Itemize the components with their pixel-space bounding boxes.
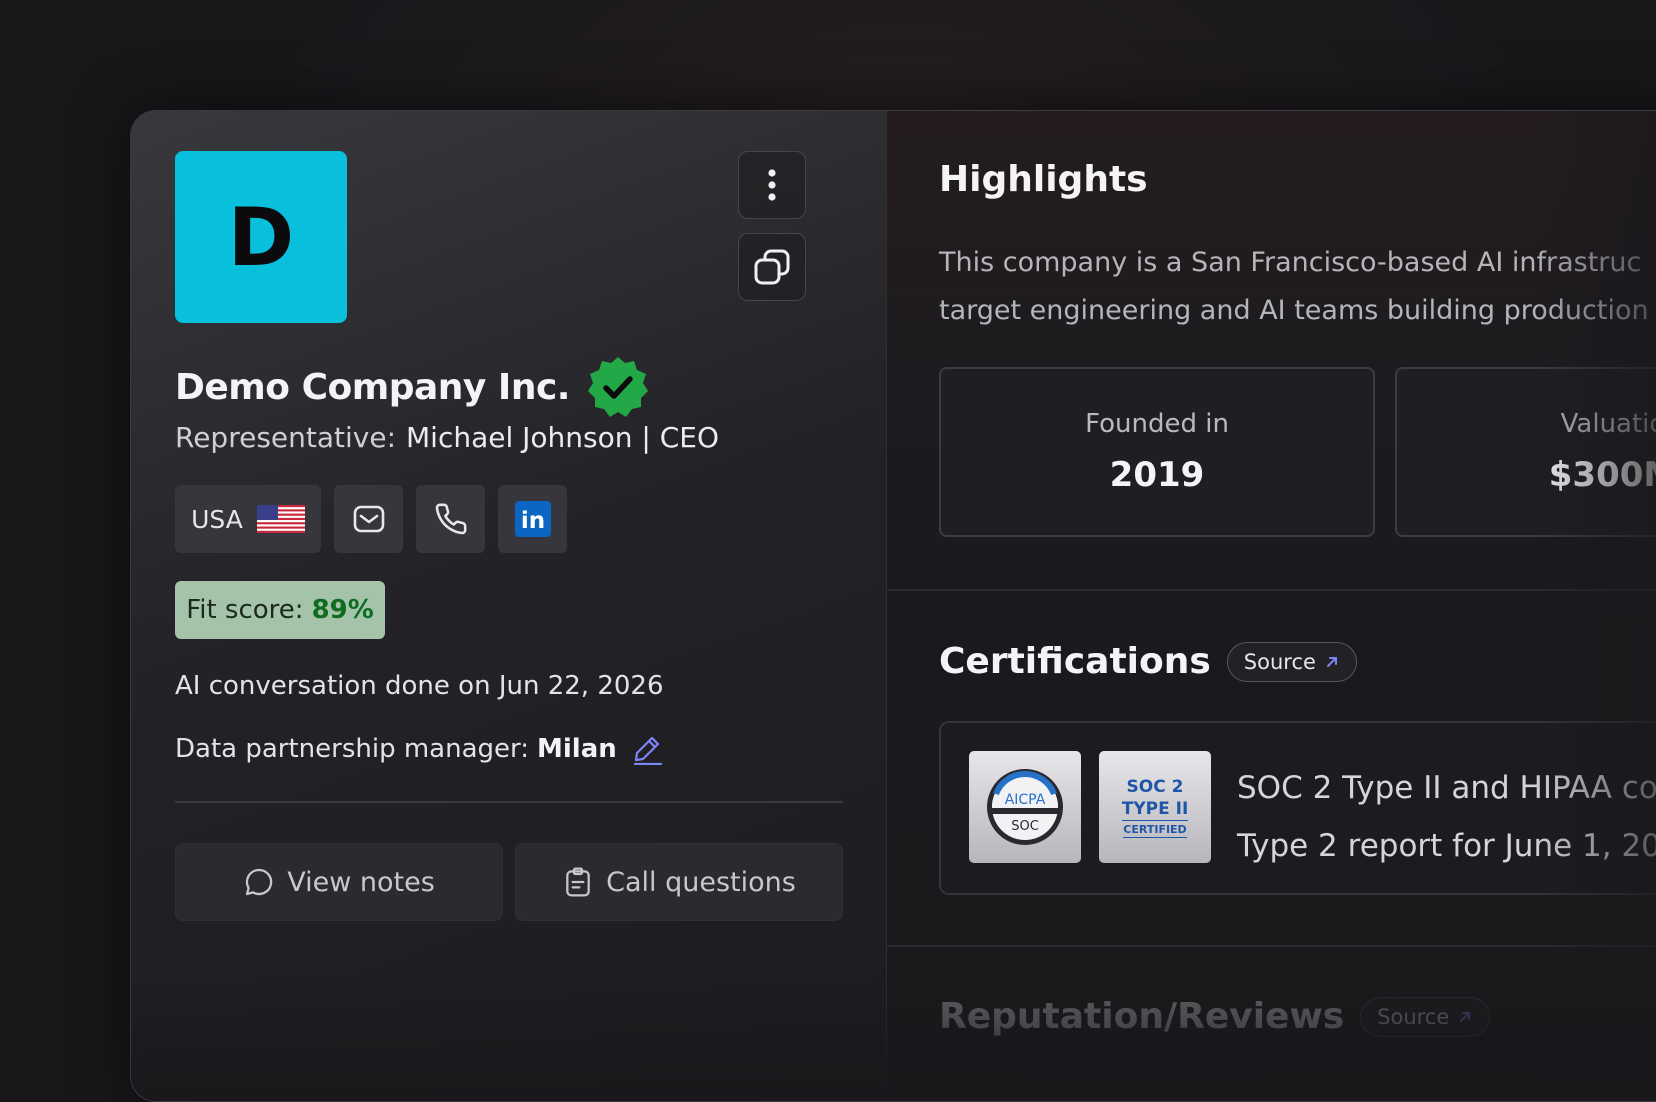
highlights-description: This company is a San Francisco-based AI… xyxy=(939,239,1649,335)
highlights-line-2: target engineering and AI teams building… xyxy=(939,295,1649,326)
highlights-line-1: This company is a San Francisco-based AI… xyxy=(939,247,1642,278)
company-profile-card: D Demo Company Inc. Representative: Micha xyxy=(130,110,1656,1102)
view-notes-button[interactable]: View notes xyxy=(175,843,503,921)
arrow-up-right-icon xyxy=(1460,1011,1471,1022)
reputation-header: Reputation/Reviews Source xyxy=(939,996,1491,1037)
certifications-source-link[interactable]: Source xyxy=(1226,641,1357,682)
phone-button[interactable] xyxy=(416,485,485,553)
more-vertical-icon xyxy=(768,169,776,201)
stat-valuation-value: $300M xyxy=(1548,455,1656,495)
soc2-line-3: CERTIFIED xyxy=(1123,822,1187,838)
us-flag-icon xyxy=(256,505,305,533)
representative: Representative: Michael Johnson | CEO xyxy=(175,421,719,454)
certification-card: AICPA SOC SOC 2 TYPE II CERTIFIED SOC 2 … xyxy=(939,721,1656,895)
partnership-manager: Data partnership manager: Milan xyxy=(175,733,663,765)
highlights-title: Highlights xyxy=(939,159,1148,200)
aicpa-soc-logo-icon: AICPA SOC xyxy=(987,769,1063,845)
call-questions-button[interactable]: Call questions xyxy=(515,843,843,921)
stat-valuation: Valuatio $300M xyxy=(1395,367,1656,537)
pencil-icon xyxy=(633,736,662,765)
section-divider xyxy=(887,589,1656,591)
soc2-line-1: SOC 2 xyxy=(1126,776,1184,797)
edit-manager-button[interactable] xyxy=(631,733,663,765)
stat-founded-value: 2019 xyxy=(1109,455,1205,495)
certifications-source-label: Source xyxy=(1243,649,1316,674)
reputation-source-label: Source xyxy=(1377,1004,1450,1029)
company-name: Demo Company Inc. xyxy=(175,366,570,408)
certification-description: SOC 2 Type II and HIPAA co Type 2 report… xyxy=(1237,759,1656,875)
fit-score-badge: Fit score: 89% xyxy=(175,581,385,639)
call-questions-label: Call questions xyxy=(606,866,796,898)
fit-score-value: 89% xyxy=(311,595,374,625)
aicpa-soc-text: SOC xyxy=(1011,819,1039,834)
contact-chips: USA in xyxy=(175,485,567,553)
summary-divider xyxy=(175,801,843,803)
fit-score-label: Fit score: xyxy=(186,595,304,625)
mail-icon xyxy=(353,505,384,533)
aicpa-text: AICPA xyxy=(1005,792,1046,808)
stat-founded-label: Founded in xyxy=(1085,409,1229,439)
representative-label: Representative: xyxy=(175,421,397,454)
soc2-type2-badge: SOC 2 TYPE II CERTIFIED xyxy=(1099,751,1211,863)
company-details-panel: Highlights This company is a San Francis… xyxy=(887,111,1656,1101)
view-notes-label: View notes xyxy=(287,866,435,898)
ai-conversation-date: AI conversation done on Jun 22, 2026 xyxy=(175,671,664,701)
manager-name: Milan xyxy=(537,734,617,764)
phone-icon xyxy=(435,503,466,535)
linkedin-button[interactable]: in xyxy=(498,485,567,553)
more-options-button[interactable] xyxy=(738,151,806,219)
verified-badge-icon xyxy=(587,357,648,417)
soc2-line-2: TYPE II xyxy=(1121,798,1189,821)
section-divider-2 xyxy=(887,945,1656,947)
certifications-header: Certifications Source xyxy=(939,641,1357,682)
certifications-title: Certifications xyxy=(939,641,1211,682)
country-label: USA xyxy=(191,504,243,534)
company-name-row: Demo Company Inc. xyxy=(175,355,650,419)
email-button[interactable] xyxy=(334,485,403,553)
reputation-source-link[interactable]: Source xyxy=(1360,996,1491,1037)
manager-label: Data partnership manager: xyxy=(175,734,530,764)
copy-icon xyxy=(754,249,790,285)
certification-line-2: Type 2 report for June 1, 20 xyxy=(1237,828,1656,864)
chat-bubble-icon xyxy=(246,868,273,896)
reputation-title: Reputation/Reviews xyxy=(939,996,1345,1037)
stat-founded: Founded in 2019 xyxy=(939,367,1375,537)
certification-line-1: SOC 2 Type II and HIPAA co xyxy=(1237,770,1656,806)
company-logo-letter: D xyxy=(227,190,295,284)
copy-button[interactable] xyxy=(738,233,806,301)
arrow-up-right-icon xyxy=(1326,656,1337,667)
linkedin-glyph: in xyxy=(520,508,544,534)
representative-value: Michael Johnson | CEO xyxy=(406,421,720,454)
stat-valuation-label: Valuatio xyxy=(1560,409,1656,439)
country-chip[interactable]: USA xyxy=(175,485,321,553)
company-summary-panel: D Demo Company Inc. Representative: Micha xyxy=(131,111,887,1101)
company-logo: D xyxy=(175,151,347,323)
clipboard-icon xyxy=(566,867,590,897)
linkedin-icon: in xyxy=(514,501,551,537)
aicpa-soc-badge: AICPA SOC xyxy=(969,751,1081,863)
